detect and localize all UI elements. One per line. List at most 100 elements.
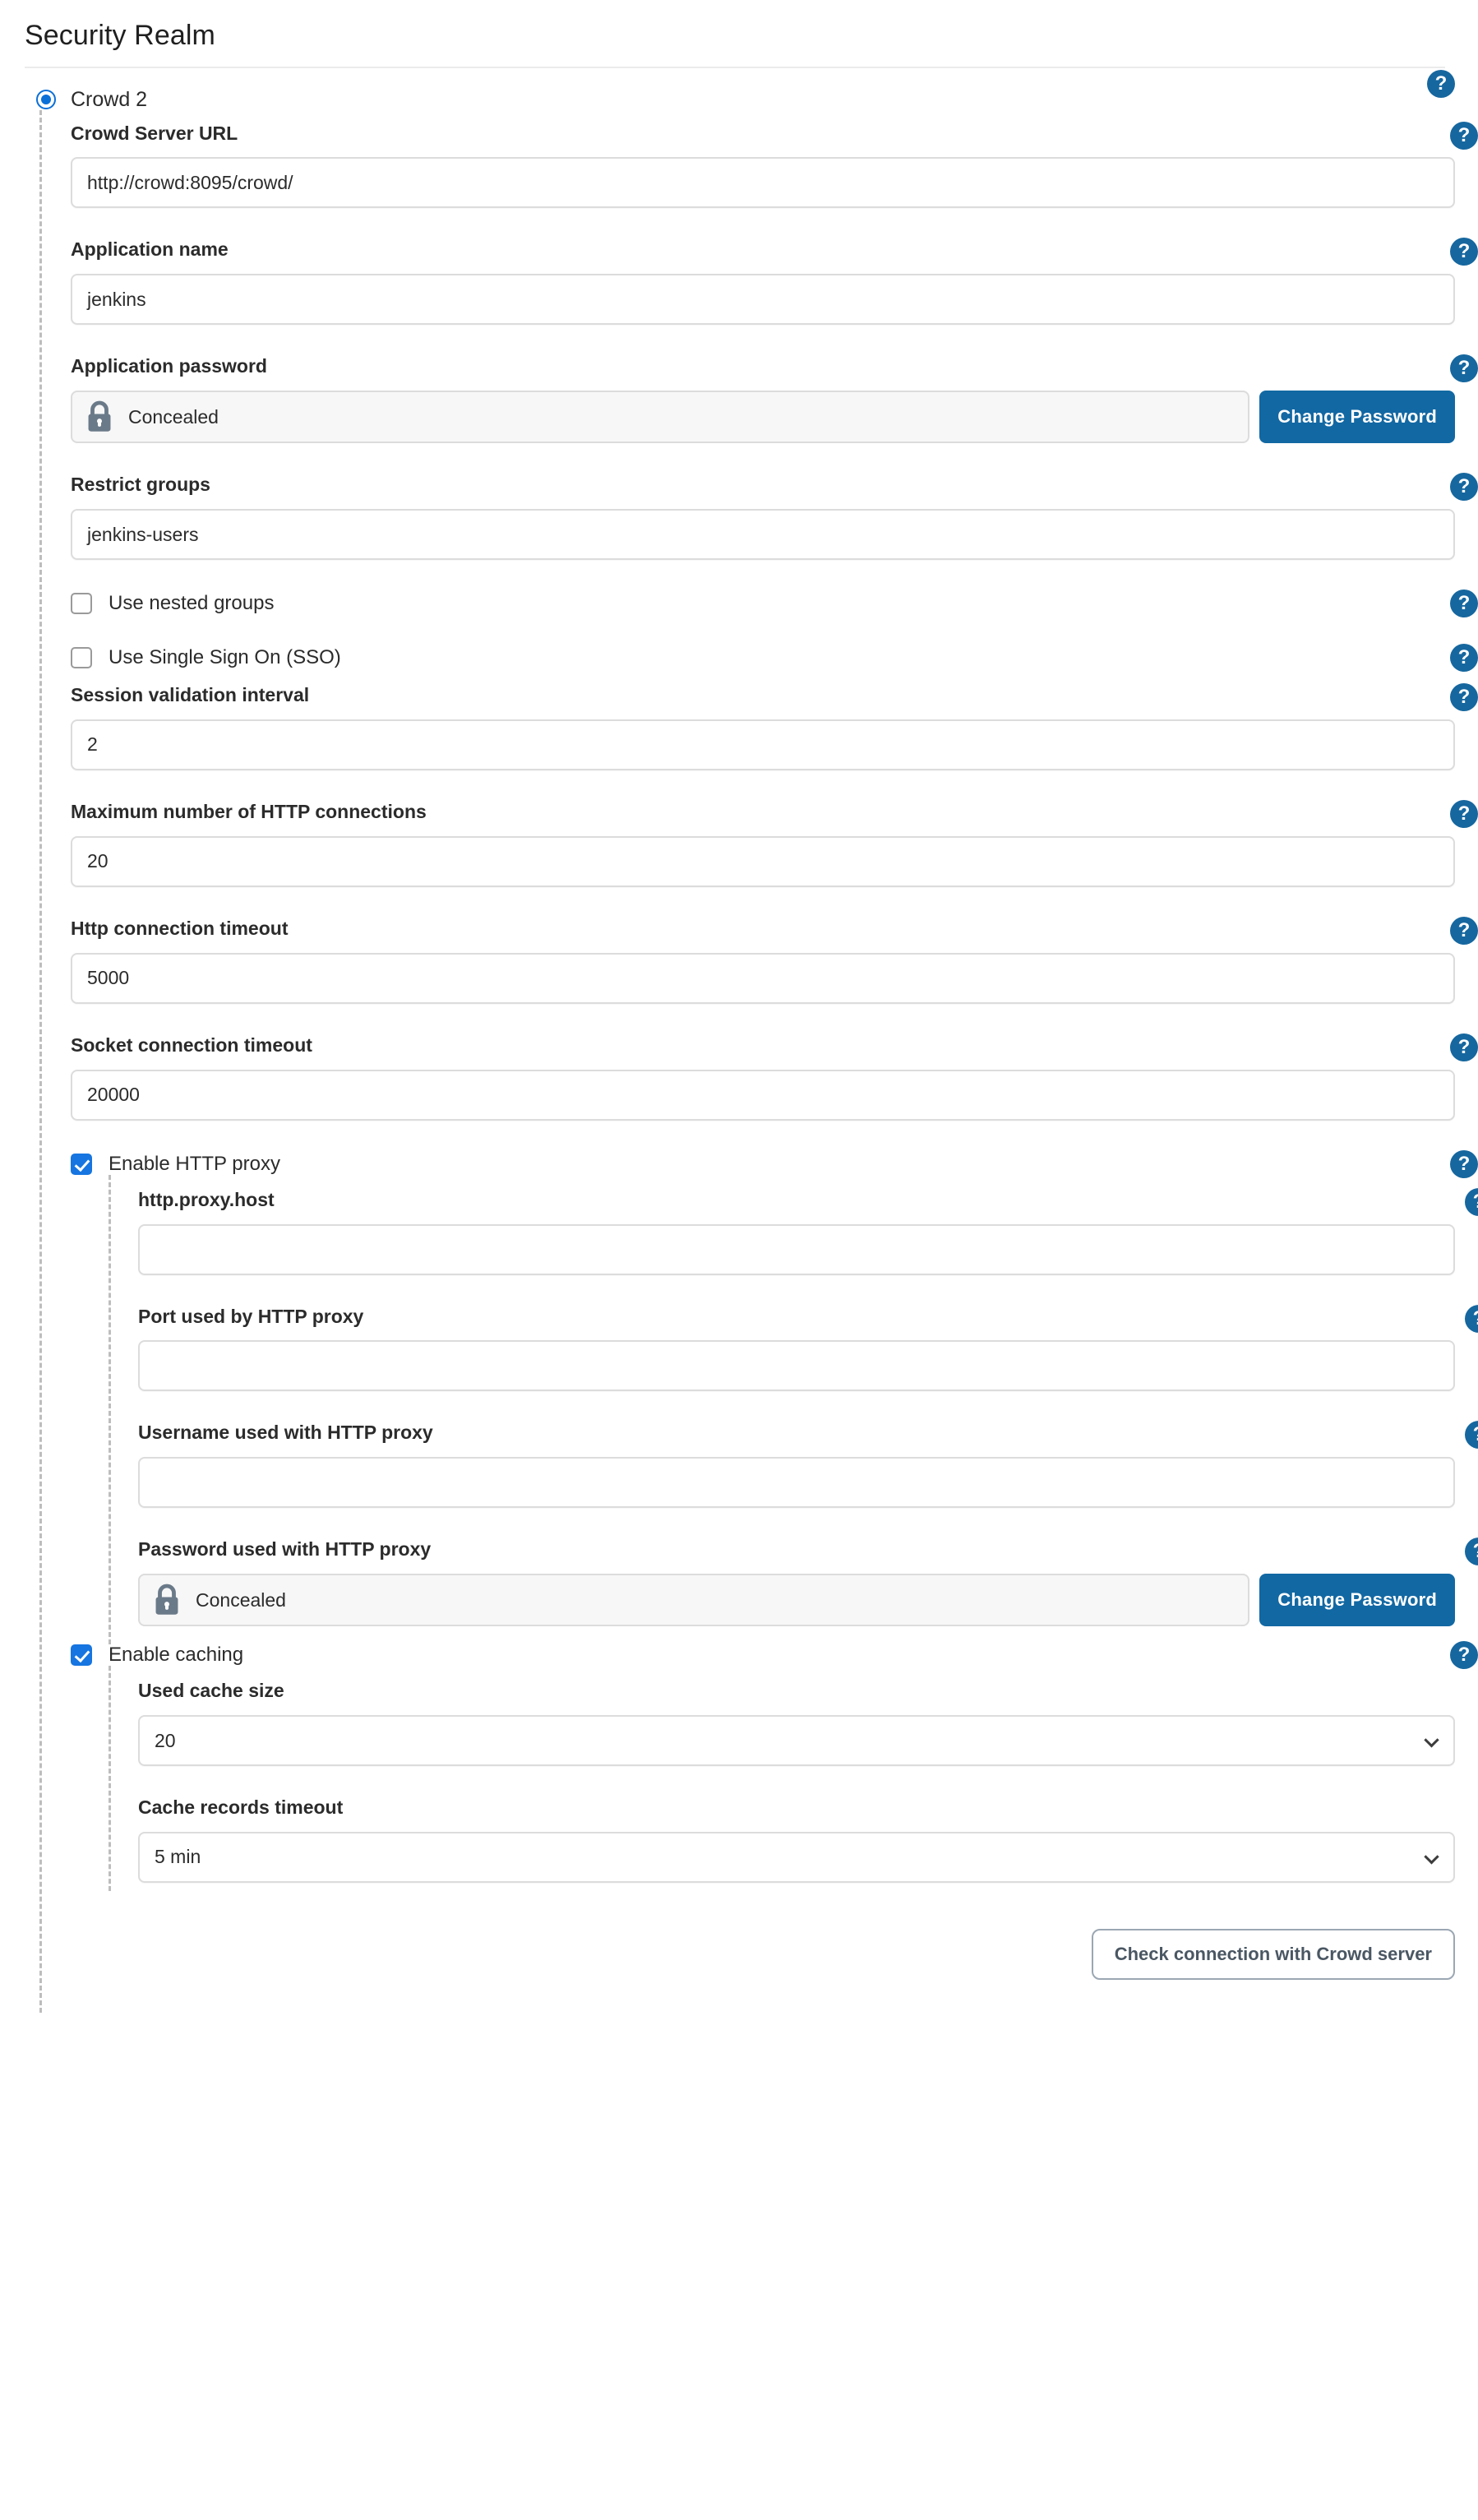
help-icon-crowd-server-url[interactable]: ? bbox=[1450, 121, 1478, 150]
checkbox-row-enable-http-proxy[interactable]: Enable HTTP proxy ? bbox=[71, 1149, 1478, 1178]
help-icon-enable-caching[interactable]: ? bbox=[1450, 1641, 1478, 1670]
label-use-sso: Use Single Sign On (SSO) bbox=[109, 646, 341, 669]
value-proxy-password: Concealed bbox=[196, 1588, 286, 1611]
checkbox-enable-http-proxy[interactable] bbox=[71, 1153, 92, 1175]
checkbox-enable-caching[interactable] bbox=[71, 1644, 92, 1667]
field-proxy-port: ? Port used by HTTP proxy bbox=[138, 1304, 1478, 1392]
chevron-down-icon bbox=[1424, 1849, 1439, 1865]
realm-option-crowd2[interactable]: Crowd 2 ? bbox=[0, 68, 1478, 110]
field-proxy-username: ? Username used with HTTP proxy bbox=[138, 1421, 1478, 1509]
checkbox-use-nested-groups[interactable] bbox=[71, 593, 92, 615]
label-max-http-connections: Maximum number of HTTP connections bbox=[71, 800, 427, 822]
help-icon-proxy-password[interactable]: ? bbox=[1465, 1537, 1478, 1566]
input-max-http-connections[interactable]: 20 bbox=[71, 835, 1455, 887]
footer-actions: Check connection with Crowd server bbox=[71, 1891, 1478, 2013]
label-proxy-port: Port used by HTTP proxy bbox=[138, 1305, 364, 1327]
select-cache-timeout[interactable]: 5 min bbox=[138, 1831, 1455, 1883]
field-restrict-groups: ? Restrict groups jenkins-users bbox=[71, 473, 1478, 561]
field-session-validation-interval: ? Session validation interval 2 bbox=[71, 683, 1478, 770]
checkbox-row-enable-caching[interactable]: Enable caching ? bbox=[71, 1641, 1478, 1670]
input-crowd-server-url[interactable]: http://crowd:8095/crowd/ bbox=[71, 157, 1455, 209]
crowd-settings-group: ? Crowd Server URL http://crowd:8095/cro… bbox=[39, 109, 1478, 2014]
security-realm-page: Security Realm Crowd 2 ? ? Crowd Server … bbox=[0, 0, 1478, 2014]
field-max-http-connections: ? Maximum number of HTTP connections 20 bbox=[71, 799, 1478, 887]
label-session-validation-interval: Session validation interval bbox=[71, 684, 310, 706]
page-header: Security Realm bbox=[0, 0, 1478, 53]
field-proxy-password: ? Password used with HTTP proxy Conceale… bbox=[138, 1537, 1478, 1627]
label-proxy-host: http.proxy.host bbox=[138, 1188, 275, 1210]
label-enable-caching: Enable caching bbox=[109, 1644, 244, 1667]
value-session-validation-interval: 2 bbox=[87, 733, 98, 756]
checkbox-row-use-sso[interactable]: Use Single Sign On (SSO) ? bbox=[71, 644, 1478, 673]
help-icon-session-validation-interval[interactable]: ? bbox=[1450, 683, 1478, 712]
input-application-password[interactable]: Concealed bbox=[71, 391, 1250, 444]
page-title: Security Realm bbox=[25, 20, 215, 51]
value-socket-connection-timeout: 20000 bbox=[87, 1084, 140, 1106]
input-http-connection-timeout[interactable]: 5000 bbox=[71, 952, 1455, 1004]
chevron-down-icon bbox=[1424, 1732, 1439, 1748]
field-socket-connection-timeout: ? Socket connection timeout 20000 bbox=[71, 1033, 1478, 1121]
help-icon-proxy-username[interactable]: ? bbox=[1465, 1421, 1478, 1450]
input-proxy-password[interactable]: Concealed bbox=[138, 1574, 1250, 1627]
field-application-password: ? Application password Concealed Change … bbox=[71, 354, 1478, 444]
change-password-button-application[interactable]: Change Password bbox=[1259, 391, 1455, 444]
input-proxy-port[interactable] bbox=[138, 1340, 1455, 1392]
input-restrict-groups[interactable]: jenkins-users bbox=[71, 509, 1455, 561]
lock-icon bbox=[88, 400, 111, 432]
label-socket-connection-timeout: Socket connection timeout bbox=[71, 1033, 312, 1056]
label-application-password: Application password bbox=[71, 355, 267, 377]
input-proxy-host[interactable] bbox=[138, 1223, 1455, 1275]
field-cache-size: Used cache size 20 bbox=[138, 1679, 1478, 1767]
value-cache-timeout: 5 min bbox=[155, 1846, 201, 1868]
application-password-row: Concealed Change Password bbox=[71, 391, 1455, 444]
value-http-connection-timeout: 5000 bbox=[87, 967, 130, 989]
label-proxy-password: Password used with HTTP proxy bbox=[138, 1538, 432, 1561]
change-password-button-proxy[interactable]: Change Password bbox=[1259, 1574, 1455, 1627]
field-application-name: ? Application name jenkins bbox=[71, 238, 1478, 326]
help-icon-proxy-port[interactable]: ? bbox=[1465, 1304, 1478, 1333]
label-cache-size: Used cache size bbox=[138, 1680, 284, 1702]
value-max-http-connections: 20 bbox=[87, 850, 109, 872]
value-cache-size: 20 bbox=[155, 1729, 176, 1751]
lock-icon bbox=[155, 1584, 178, 1615]
help-icon-application-password[interactable]: ? bbox=[1450, 354, 1478, 383]
realm-option-label: Crowd 2 bbox=[71, 87, 148, 111]
field-proxy-host: ? http.proxy.host bbox=[138, 1187, 1478, 1275]
help-icon-use-nested-groups[interactable]: ? bbox=[1450, 590, 1478, 618]
value-application-name: jenkins bbox=[87, 288, 146, 310]
label-restrict-groups: Restrict groups bbox=[71, 474, 210, 496]
checkbox-use-sso[interactable] bbox=[71, 647, 92, 669]
radio-crowd2[interactable] bbox=[36, 90, 56, 109]
field-cache-timeout: Cache records timeout 5 min bbox=[138, 1796, 1478, 1883]
label-enable-http-proxy: Enable HTTP proxy bbox=[109, 1152, 280, 1175]
label-crowd-server-url: Crowd Server URL bbox=[71, 122, 238, 144]
input-socket-connection-timeout[interactable]: 20000 bbox=[71, 1069, 1455, 1121]
label-cache-timeout: Cache records timeout bbox=[138, 1796, 344, 1819]
label-use-nested-groups: Use nested groups bbox=[109, 592, 275, 615]
input-proxy-username[interactable] bbox=[138, 1457, 1455, 1509]
help-icon-application-name[interactable]: ? bbox=[1450, 238, 1478, 266]
check-connection-button[interactable]: Check connection with Crowd server bbox=[1091, 1928, 1455, 1980]
checkbox-row-use-nested-groups[interactable]: Use nested groups ? bbox=[71, 590, 1478, 618]
value-crowd-server-url: http://crowd:8095/crowd/ bbox=[87, 171, 293, 193]
help-icon-enable-http-proxy[interactable]: ? bbox=[1450, 1149, 1478, 1178]
help-icon-restrict-groups[interactable]: ? bbox=[1450, 473, 1478, 502]
field-http-connection-timeout: ? Http connection timeout 5000 bbox=[71, 916, 1478, 1004]
help-icon-proxy-host[interactable]: ? bbox=[1465, 1187, 1478, 1216]
field-crowd-server-url: ? Crowd Server URL http://crowd:8095/cro… bbox=[71, 121, 1478, 209]
label-application-name: Application name bbox=[71, 238, 229, 261]
help-icon-http-connection-timeout[interactable]: ? bbox=[1450, 916, 1478, 945]
caching-settings-group: Used cache size 20 Cache records timeout… bbox=[109, 1666, 1478, 1891]
value-application-password: Concealed bbox=[128, 405, 219, 428]
help-icon-max-http-connections[interactable]: ? bbox=[1450, 799, 1478, 828]
proxy-password-row: Concealed Change Password bbox=[138, 1574, 1455, 1627]
help-icon-realm[interactable]: ? bbox=[1427, 69, 1455, 98]
value-restrict-groups: jenkins-users bbox=[87, 523, 199, 545]
select-cache-size[interactable]: 20 bbox=[138, 1715, 1455, 1767]
label-proxy-username: Username used with HTTP proxy bbox=[138, 1422, 433, 1444]
input-application-name[interactable]: jenkins bbox=[71, 274, 1455, 326]
help-icon-socket-connection-timeout[interactable]: ? bbox=[1450, 1033, 1478, 1061]
input-session-validation-interval[interactable]: 2 bbox=[71, 719, 1455, 770]
label-http-connection-timeout: Http connection timeout bbox=[71, 917, 289, 939]
help-icon-use-sso[interactable]: ? bbox=[1450, 644, 1478, 673]
